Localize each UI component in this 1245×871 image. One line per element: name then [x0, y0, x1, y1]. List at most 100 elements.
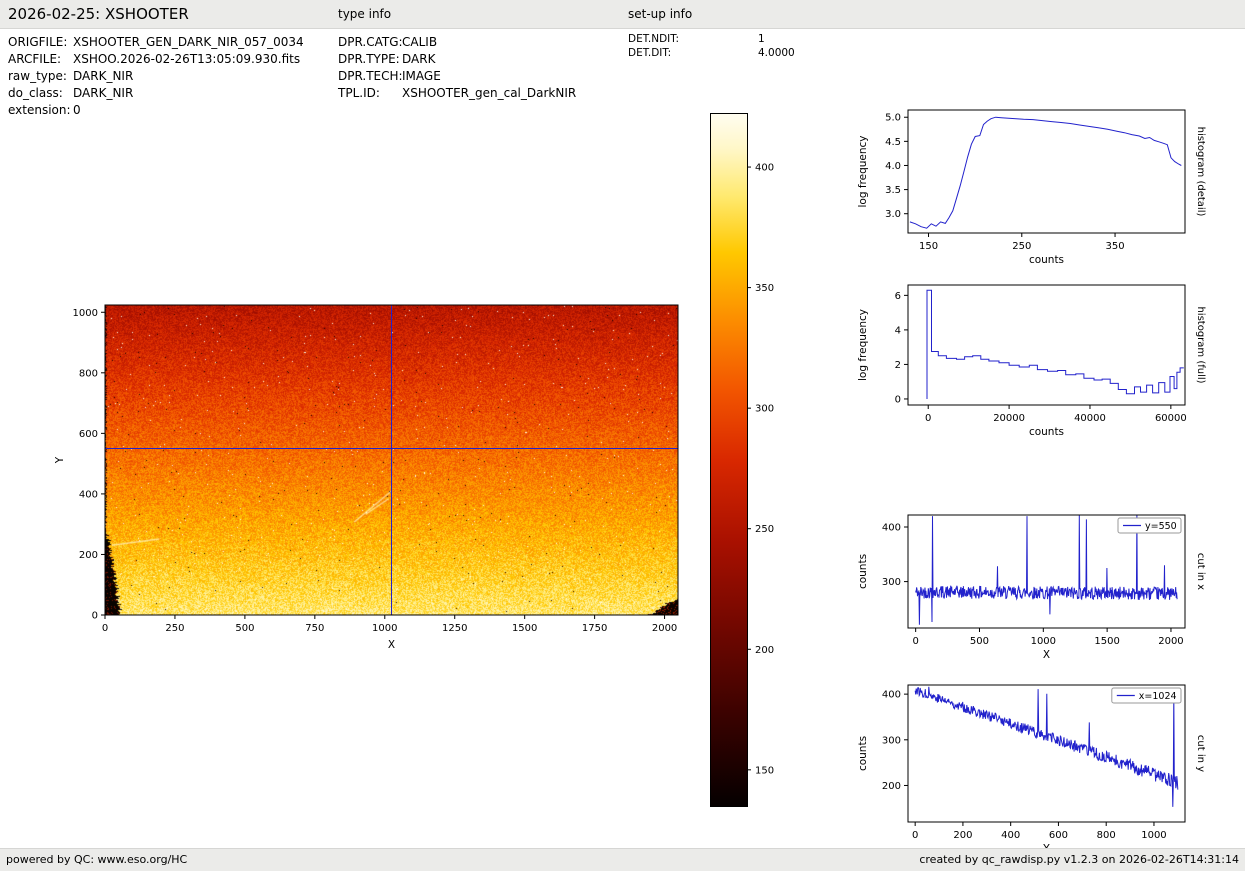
svg-text:1000: 1000 — [73, 308, 98, 319]
svg-text:0: 0 — [925, 413, 931, 424]
metadata-label: DPR.TYPE: — [338, 52, 400, 66]
svg-text:6: 6 — [895, 291, 901, 302]
metadata-value: CALIB — [402, 35, 438, 49]
metadata-label: extension: — [8, 103, 71, 117]
svg-text:x=1024: x=1024 — [1139, 691, 1177, 702]
svg-text:400: 400 — [882, 690, 901, 701]
svg-text:0: 0 — [912, 636, 918, 647]
svg-text:800: 800 — [79, 368, 98, 379]
svg-text:200: 200 — [755, 645, 774, 656]
histogram-detail-plot: 150 250 350 3.0 3.5 4.0 4.5 5.0 counts log freque… — [857, 109, 1206, 266]
svg-text:counts: counts — [857, 554, 869, 589]
svg-text:500: 500 — [235, 623, 254, 634]
footer-bar: powered by QC: www.eso.org/HC created by… — [0, 848, 1245, 871]
svg-text:300: 300 — [882, 735, 901, 746]
header-bar: 2026-02-25: XSHOOTER type info set-up in… — [0, 0, 1245, 29]
svg-text:150: 150 — [919, 241, 938, 252]
metadata-row: DPR.TECH:IMAGE — [338, 68, 576, 85]
cut-in-x-plot: 0 500 1000 1500 2000 300 400 Xcounts cut in x y=5… — [857, 514, 1206, 661]
metadata-value: XSHOOTER_GEN_DARK_NIR_057_0034 — [73, 35, 304, 49]
svg-text:counts: counts — [857, 736, 869, 771]
metadata-value: 0 — [73, 103, 81, 117]
svg-text:log frequency: log frequency — [857, 309, 869, 381]
svg-text:350: 350 — [1106, 241, 1125, 252]
svg-text:400: 400 — [79, 489, 98, 500]
svg-text:histogram (detail): histogram (detail) — [1195, 127, 1206, 217]
svg-text:log frequency: log frequency — [857, 135, 869, 207]
metadata-row: ORIGFILE: XSHOOTER_GEN_DARK_NIR_057_0034 — [8, 34, 304, 51]
svg-text:0: 0 — [895, 394, 901, 405]
metadata-value: XSHOO.2026-02-26T13:05:09.930.fits — [73, 52, 301, 66]
svg-text:1000: 1000 — [1031, 636, 1056, 647]
svg-text:0: 0 — [912, 830, 918, 841]
metadata-label: ARCFILE: — [8, 52, 62, 66]
svg-text:0: 0 — [102, 623, 108, 634]
svg-text:1250: 1250 — [442, 623, 467, 634]
svg-text:0: 0 — [92, 611, 98, 622]
metadata-label: DET.DIT: — [628, 46, 672, 59]
svg-text:counts: counts — [1029, 426, 1064, 438]
metadata-row: do_class: DARK_NIR — [8, 85, 304, 102]
metadata-value: IMAGE — [402, 69, 441, 83]
svg-text:500: 500 — [970, 636, 989, 647]
svg-text:40000: 40000 — [1074, 413, 1106, 424]
svg-text:X: X — [388, 639, 395, 651]
svg-text:400: 400 — [1001, 830, 1020, 841]
svg-text:2000: 2000 — [652, 623, 677, 634]
svg-text:150: 150 — [755, 765, 774, 776]
svg-text:3.0: 3.0 — [885, 209, 901, 220]
svg-text:1500: 1500 — [512, 623, 537, 634]
svg-text:300: 300 — [882, 577, 901, 588]
page-title: 2026-02-25: XSHOOTER — [8, 5, 189, 23]
svg-text:200: 200 — [882, 781, 901, 792]
svg-text:1750: 1750 — [582, 623, 607, 634]
type-info-block: DPR.CATG:CALIB DPR.TYPE: DARK DPR.TECH:IM… — [338, 34, 576, 102]
svg-text:250: 250 — [755, 524, 774, 535]
svg-text:2: 2 — [895, 360, 901, 371]
metadata-row: extension: 0 — [8, 102, 304, 119]
metadata-row: ARCFILE: XSHOO.2026-02-26T13:05:09.930.fi… — [8, 51, 304, 68]
histogram-full-plot: 0 20000 40000 60000 0 2 4 6 counts log frequency h… — [857, 284, 1206, 438]
metadata-row: raw_type: DARK_NIR — [8, 68, 304, 85]
metadata-label: DPR.TECH: — [338, 69, 403, 83]
svg-text:600: 600 — [79, 429, 98, 440]
metadata-row: DPR.TYPE: DARK — [338, 51, 576, 68]
setup-info-heading: set-up info — [628, 7, 693, 21]
file-metadata-block: ORIGFILE: XSHOOTER_GEN_DARK_NIR_057_0034 … — [8, 34, 304, 119]
metadata-row: DPR.CATG:CALIB — [338, 34, 576, 51]
svg-text:histogram (full): histogram (full) — [1195, 306, 1206, 383]
svg-text:4: 4 — [895, 325, 901, 336]
svg-text:800: 800 — [1097, 830, 1116, 841]
svg-text:cut in y: cut in y — [1195, 735, 1206, 772]
svg-text:20000: 20000 — [993, 413, 1025, 424]
type-info-heading: type info — [338, 7, 392, 21]
metadata-row: DET.NDIT: 1 — [628, 33, 795, 47]
svg-text:200: 200 — [953, 830, 972, 841]
footer-left-text: powered by QC: www.eso.org/HC — [6, 853, 188, 866]
svg-text:250: 250 — [1012, 241, 1031, 252]
setup-info-block: DET.NDIT: 1 DET.DIT: 4.0000 — [628, 33, 795, 60]
svg-text:counts: counts — [1029, 254, 1064, 266]
cut-in-y-plot: 02004006008001000200300400Ycountscut in … — [857, 684, 1206, 855]
metadata-label: TPL.ID: — [338, 86, 380, 100]
svg-text:400: 400 — [882, 523, 901, 534]
metadata-value: DARK_NIR — [73, 69, 134, 83]
svg-text:2000: 2000 — [1158, 636, 1183, 647]
svg-text:4.0: 4.0 — [885, 161, 901, 172]
svg-text:750: 750 — [305, 623, 324, 634]
svg-text:X: X — [1043, 649, 1050, 661]
svg-text:250: 250 — [165, 623, 184, 634]
metadata-label: raw_type: — [8, 69, 67, 83]
svg-text:4.5: 4.5 — [885, 137, 901, 148]
svg-text:y=550: y=550 — [1145, 521, 1177, 532]
metadata-value: 4.0000 — [758, 46, 795, 59]
metadata-row: TPL.ID: XSHOOTER_gen_cal_DarkNIR — [338, 85, 576, 102]
svg-text:300: 300 — [755, 404, 774, 415]
svg-text:5.0: 5.0 — [885, 113, 901, 124]
metadata-value: 1 — [758, 33, 765, 45]
svg-text:350: 350 — [755, 283, 774, 294]
metadata-label: DPR.CATG: — [338, 35, 403, 49]
svg-text:1000: 1000 — [1141, 830, 1166, 841]
metadata-label: DET.NDIT: — [628, 33, 680, 45]
svg-text:60000: 60000 — [1155, 413, 1187, 424]
